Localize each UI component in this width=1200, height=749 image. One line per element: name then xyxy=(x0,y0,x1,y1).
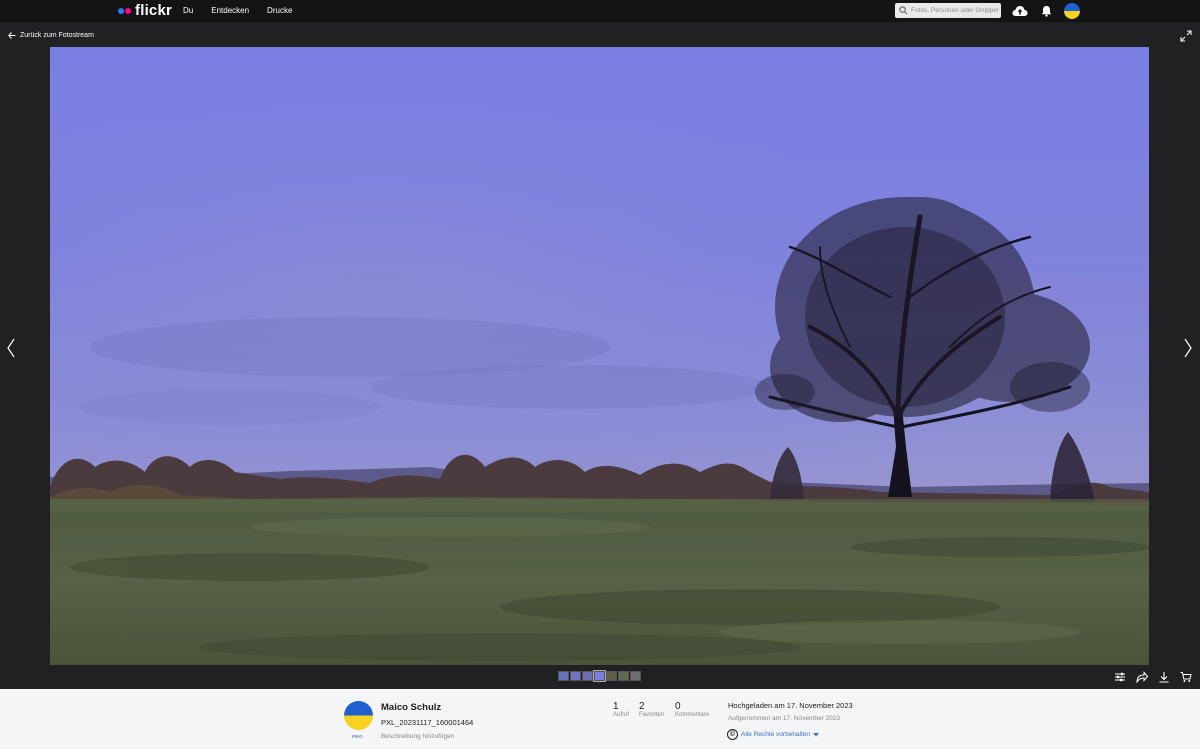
filmstrip-thumb[interactable] xyxy=(618,671,629,681)
flickr-logo[interactable]: flickr xyxy=(118,3,172,19)
back-link-label: Zurück zum Fotostream xyxy=(20,31,94,39)
stat-views: 1 Aufruf xyxy=(613,701,629,718)
author-avatar[interactable] xyxy=(344,701,373,730)
stat-favorites: 2 Favoriten xyxy=(639,701,664,718)
copyright-icon: © xyxy=(727,729,738,740)
stat-comments: 0 Kommentare xyxy=(675,701,709,718)
photo-info-panel: PRO Maico Schulz PXL_20231117_160001464 … xyxy=(0,689,1200,749)
nav-links: Du Entdecken Drucke xyxy=(183,0,310,22)
add-description-link[interactable]: Beschreibung hinzufügen xyxy=(381,733,454,740)
nav-link-du[interactable]: Du xyxy=(183,0,193,22)
stat-views-label: Aufruf xyxy=(613,712,630,718)
chevron-down-icon xyxy=(813,732,820,736)
license-dropdown[interactable]: © Alle Rechte vorbehalten xyxy=(727,729,820,740)
back-to-photostream-link[interactable]: Zurück zum Fotostream xyxy=(8,29,94,41)
uploaded-date: Hochgeladen am 17. November 2023 xyxy=(728,701,853,710)
nav-link-entdecken[interactable]: Entdecken xyxy=(211,0,249,22)
download-icon[interactable] xyxy=(1158,671,1170,683)
fullscreen-expand-icon[interactable] xyxy=(1180,30,1192,42)
stat-comments-label: Kommentare xyxy=(675,712,710,718)
stat-comments-value: 0 xyxy=(675,701,681,712)
filmstrip-thumb-current[interactable] xyxy=(593,670,606,682)
search-icon xyxy=(899,6,908,15)
photo-title: PXL_20231117_160001464 xyxy=(381,718,474,727)
main-photo[interactable] xyxy=(50,47,1149,665)
previous-photo-arrow-icon[interactable] xyxy=(5,337,17,359)
stat-favorites-value: 2 xyxy=(639,701,645,712)
bell-icon[interactable] xyxy=(1038,3,1054,19)
arrow-left-icon xyxy=(8,31,16,39)
filmstrip-thumb[interactable] xyxy=(582,671,593,681)
logo-text: flickr xyxy=(135,2,173,19)
photo-filmstrip xyxy=(558,670,641,682)
stat-views-value: 1 xyxy=(613,701,619,712)
upload-cloud-icon[interactable] xyxy=(1012,3,1028,19)
stat-favorites-label: Favoriten xyxy=(639,712,665,718)
landscape-photo-image xyxy=(50,47,1149,665)
pro-badge: PRO xyxy=(352,734,363,739)
search-box xyxy=(895,3,1001,18)
author-name-link[interactable]: Maico Schulz xyxy=(381,702,441,713)
filmstrip-thumb[interactable] xyxy=(630,671,641,681)
user-avatar[interactable] xyxy=(1064,3,1080,19)
logo-pink-dot xyxy=(125,8,131,14)
search-input[interactable] xyxy=(911,3,999,18)
filmstrip-thumb[interactable] xyxy=(558,671,569,681)
cart-icon[interactable] xyxy=(1180,671,1192,683)
filmstrip-thumb[interactable] xyxy=(570,671,581,681)
logo-blue-dot xyxy=(118,8,124,14)
adjust-icon[interactable] xyxy=(1114,671,1126,683)
license-label: Alle Rechte vorbehalten xyxy=(741,731,811,738)
filmstrip-thumb[interactable] xyxy=(606,671,617,681)
next-photo-arrow-icon[interactable] xyxy=(1182,337,1194,359)
top-navigation: flickr Du Entdecken Drucke xyxy=(0,0,1200,22)
share-icon[interactable] xyxy=(1136,671,1148,683)
taken-date: Aufgenommen am 17. November 2023 xyxy=(728,715,841,722)
nav-link-drucke[interactable]: Drucke xyxy=(267,0,292,22)
